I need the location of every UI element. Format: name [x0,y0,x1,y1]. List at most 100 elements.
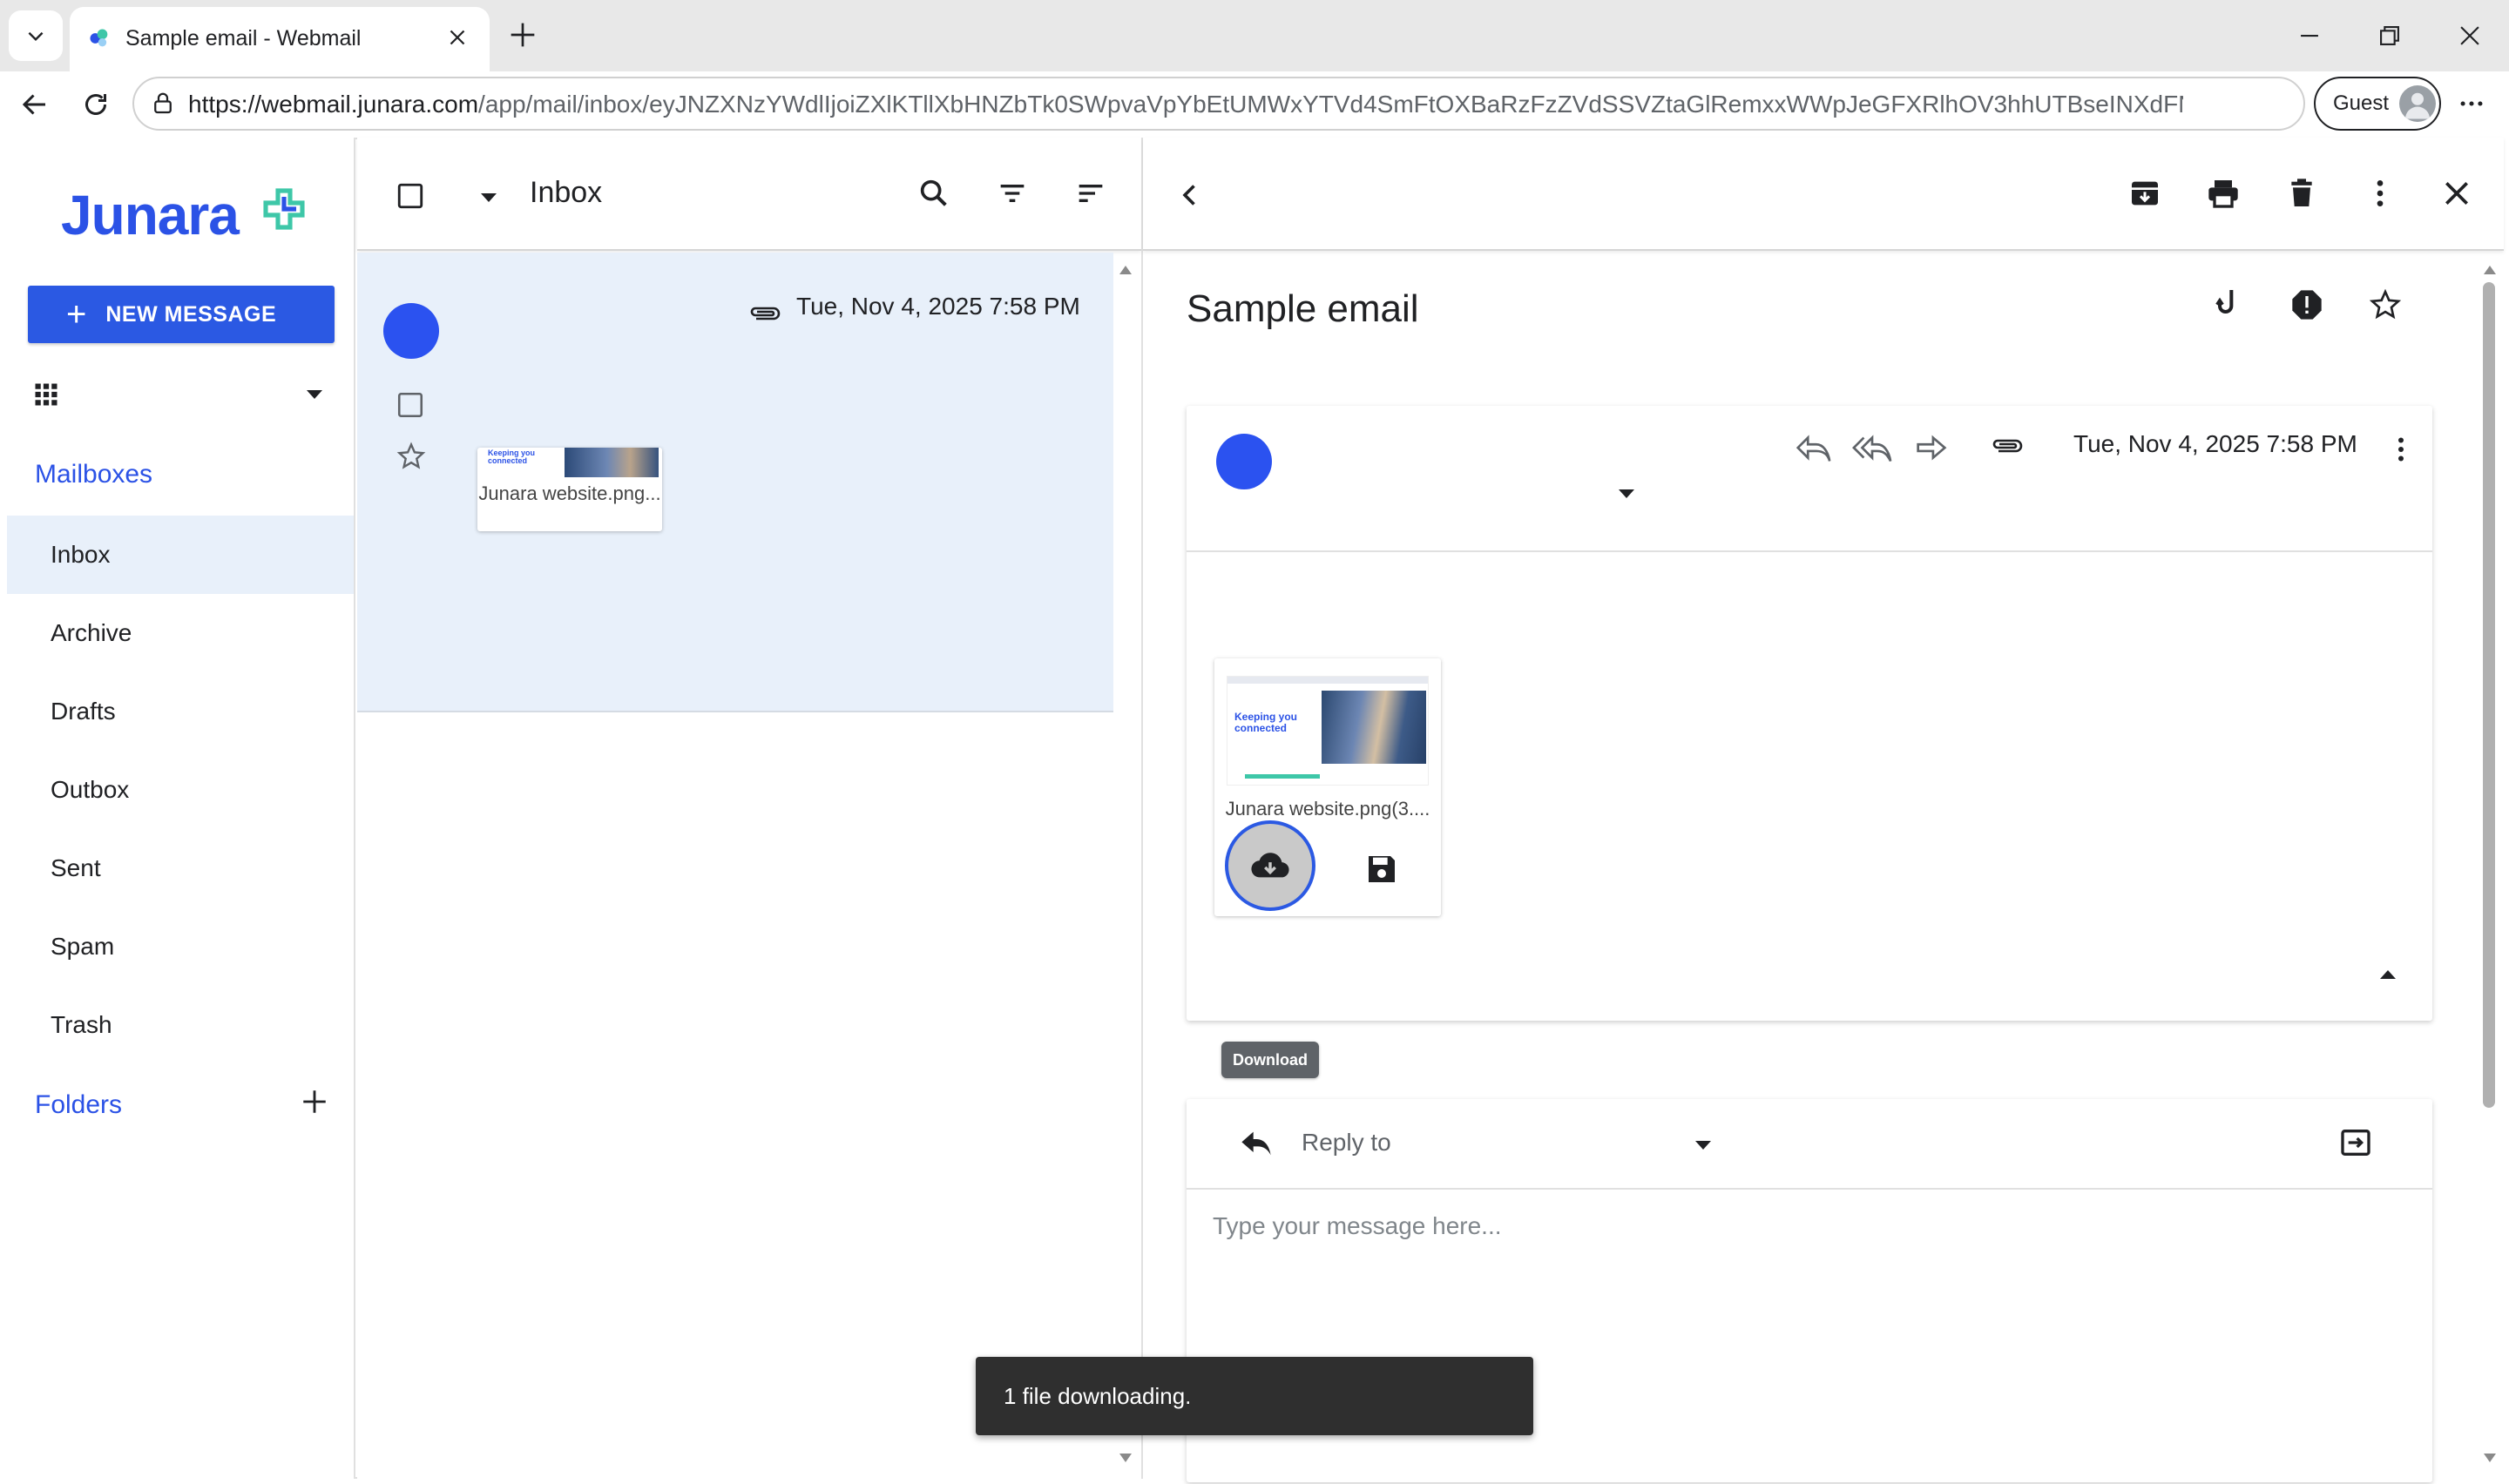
archive-icon[interactable] [2127,176,2162,211]
reply-filled-icon[interactable] [1239,1129,1274,1158]
print-icon[interactable] [2206,176,2241,211]
reload-icon[interactable] [80,89,112,120]
row-checkbox[interactable] [396,390,425,420]
email-subject: Sample email [1187,287,1419,330]
profile-avatar-icon [2399,85,2436,122]
plus-icon: + [66,295,87,334]
new-message-button[interactable]: + NEW MESSAGE [28,286,335,343]
thumbnail-photo [1322,691,1426,764]
scroll-up-arrow-icon[interactable] [2483,265,2497,275]
folders-heading[interactable]: Folders [35,1090,122,1120]
sender-avatar [1216,434,1272,489]
spam-report-icon[interactable] [2289,287,2324,322]
scrollbar-thumb[interactable] [2483,282,2495,1108]
select-all-checkbox[interactable] [396,181,425,211]
attachment-card[interactable]: Keeping you connected Junara website.png… [1214,658,1441,916]
sidebar-item-label: Trash [51,1011,112,1038]
thumbnail-image: Keeping you connected [481,448,659,477]
tab-title: Sample email - Webmail [125,26,362,51]
sidebar-item-label: Drafts [51,698,116,725]
minimize-icon[interactable] [2295,21,2324,51]
hook-icon[interactable] [2211,286,2246,320]
sidebar-item-drafts[interactable]: Drafts [7,672,354,751]
window-close-icon[interactable] [2455,21,2485,51]
sidebar-item-sent[interactable]: Sent [7,829,354,907]
mailboxes-heading[interactable]: Mailboxes [35,460,152,489]
profile-button[interactable]: Guest [2314,77,2441,131]
reply-all-icon[interactable] [1852,432,1892,467]
brand-logo: Junara [61,184,240,246]
scroll-down-arrow-icon[interactable] [1119,1453,1133,1463]
reply-icon[interactable] [1793,432,1833,467]
chevron-left-icon[interactable] [1174,179,1206,211]
sidebar-item-label: Outbox [51,776,130,803]
cloud-download-icon [1251,853,1289,878]
new-message-label: NEW MESSAGE [105,301,277,327]
sidebar-item-inbox[interactable]: Inbox [7,516,354,594]
forward-icon[interactable] [1911,432,1951,467]
sidebar-item-spam[interactable]: Spam [7,907,354,986]
more-vert-icon[interactable] [2363,176,2397,211]
close-icon[interactable] [2439,176,2474,211]
attachment-clip-icon [1990,435,2025,456]
add-folder-plus-icon[interactable] [300,1087,329,1116]
thumbnail-headline: Keeping you connected [488,449,536,465]
select-menu-caret-icon[interactable] [479,192,498,204]
message-list-toolbar: Inbox [357,138,1141,251]
kebab-menu-icon[interactable] [2457,89,2486,118]
list-item-date: Tue, Nov 4, 2025 7:58 PM [796,293,1080,320]
sidebar-item-label: Spam [51,933,115,960]
reply-message-input[interactable]: Type your message here... [1213,1212,1502,1240]
profile-label: Guest [2333,91,2390,115]
browser-tab-strip: Sample email - Webmail [0,0,2509,71]
thumbnail-header [1227,677,1428,684]
message-date: Tue, Nov 4, 2025 7:58 PM [2073,430,2357,457]
trash-icon[interactable] [2284,176,2319,211]
sender-avatar [383,303,439,359]
thumbnail-photo [565,448,659,477]
download-button[interactable] [1225,820,1315,911]
new-tab-plus-icon[interactable] [505,17,540,52]
address-bar[interactable]: https://webmail.junara.com/app/mail/inbo… [132,77,2305,131]
sidebar-item-label: Inbox [51,541,111,568]
caret-down-icon[interactable] [305,388,324,401]
site-info-icon[interactable] [150,91,176,117]
url-path: /app/mail/inbox/eyJNZXNzYWdlIjoiZXlKTllX… [478,91,2183,118]
browser-tab-active[interactable]: Sample email - Webmail [70,7,490,71]
download-snackbar: 1 file downloading. [976,1357,1533,1435]
chevron-down-icon [28,31,44,42]
reader-toolbar [1143,138,2504,251]
sidebar-item-outbox[interactable]: Outbox [7,751,354,829]
scroll-down-arrow-icon[interactable] [2483,1453,2497,1463]
back-arrow-icon[interactable] [19,89,51,120]
sidebar-item-archive[interactable]: Archive [7,594,354,672]
logo-mark-icon [260,185,308,233]
restore-icon[interactable] [2375,21,2404,51]
reply-mode-caret-icon[interactable] [1694,1139,1713,1151]
list-item[interactable]: Tue, Nov 4, 2025 7:58 PM Keeping you con… [357,253,1113,712]
attachment-thumbnail[interactable]: Keeping you connected Junara website.png… [477,448,662,531]
star-icon[interactable] [396,441,427,472]
collapse-caret-up-icon[interactable] [2378,968,2397,981]
tab-close-icon[interactable] [444,24,470,51]
divider [1187,1188,2432,1190]
expand-details-caret-icon[interactable] [1617,488,1636,500]
scroll-up-arrow-icon[interactable] [1119,265,1133,275]
thumbnail-headline: Keeping you connected [1234,711,1298,734]
browser-toolbar: https://webmail.junara.com/app/mail/inbo… [0,71,2509,136]
filter-icon[interactable] [995,176,1030,211]
list-title: Inbox [530,176,603,209]
divider [1187,550,2432,552]
sidebar: Junara + NEW MESSAGE Mailboxes Inbox Arc… [7,138,355,1479]
more-vert-icon[interactable] [2385,434,2417,465]
save-floppy-icon[interactable] [1364,852,1399,887]
popout-composer-icon[interactable] [2338,1125,2373,1160]
star-icon[interactable] [2368,287,2403,322]
tab-search-button[interactable] [9,10,63,61]
sidebar-item-trash[interactable]: Trash [7,986,354,1064]
sort-icon[interactable] [1073,176,1108,211]
thumbnail-bar [1245,774,1320,779]
apps-grid-icon[interactable] [33,381,59,408]
reply-mode-label[interactable]: Reply to [1302,1129,1391,1157]
search-icon[interactable] [916,176,951,211]
